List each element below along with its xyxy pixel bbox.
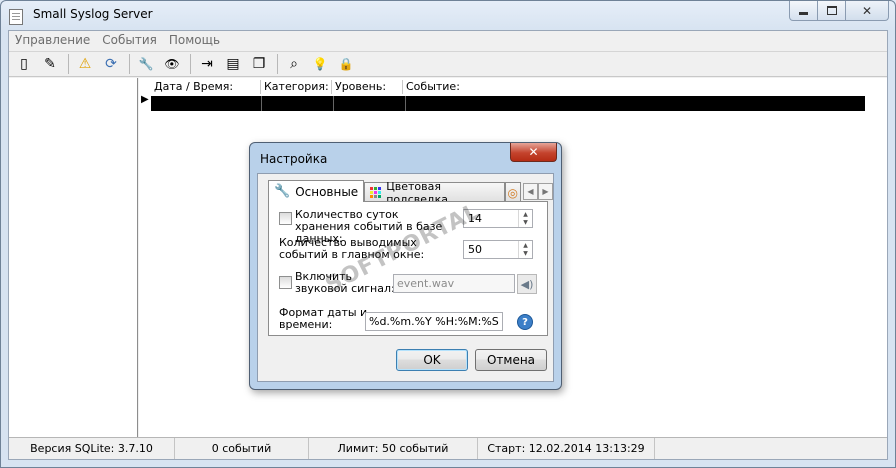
binoculars-icon: ⌕: [290, 56, 298, 72]
table-row[interactable]: [151, 96, 865, 111]
warning-icon: ⚠: [78, 56, 92, 72]
settings-tabs: 🔧 Основные Цветовая подсведка ◎ ◀ ▶: [268, 180, 553, 206]
tab-scroll-right-button[interactable]: ▶: [538, 183, 553, 200]
speaker-icon[interactable]: ◀): [517, 274, 537, 294]
wrench-icon: 🔧: [274, 184, 291, 199]
color-grid-icon: [370, 187, 382, 198]
tab-scroll-left-button[interactable]: ◀: [523, 183, 538, 200]
tab-main-label: Основные: [295, 184, 359, 199]
stepper-down-icon[interactable]: ▼: [519, 250, 532, 259]
dialog-body: 🔧 Основные Цветовая подсведка ◎ ◀ ▶ Коли…: [257, 173, 554, 382]
toolbar-separator: [68, 54, 69, 74]
column-category[interactable]: Категория:: [261, 80, 332, 94]
minimize-button[interactable]: [789, 1, 818, 21]
tab-sound[interactable]: ◎: [504, 182, 521, 202]
display-count-value: 50: [468, 243, 482, 256]
toolbar-button-search[interactable]: ⌕: [283, 53, 305, 75]
stepper-up-icon[interactable]: ▲: [519, 241, 532, 250]
status-limit: Лимит: 50 событий: [309, 438, 478, 459]
column-level[interactable]: Уровень:: [332, 80, 403, 94]
toolbar-button-settings[interactable]: 🔧: [135, 53, 157, 75]
date-format-label: Формат даты и времени:: [279, 306, 368, 331]
toolbar-separator: [277, 54, 278, 74]
title-bar: Small Syslog Server ✕: [1, 1, 895, 29]
minimize-icon: [799, 12, 808, 15]
retention-checkbox[interactable]: [279, 212, 292, 225]
maximize-button[interactable]: [818, 1, 846, 21]
status-start-time: Старт: 12.02.2014 13:13:29: [478, 438, 655, 459]
toolbar-separator: [129, 54, 130, 74]
cell-datetime: [151, 96, 262, 111]
wrench-icon: 🔧: [138, 57, 154, 71]
eye-icon: 👁: [164, 57, 180, 71]
tab-panel-main: Количество суток хранения событий в базе…: [268, 201, 548, 336]
toolbar-button-export[interactable]: ⇥: [196, 53, 218, 75]
dialog-close-button[interactable]: ✕: [510, 143, 557, 162]
display-count-stepper[interactable]: 50 ▲ ▼: [463, 240, 533, 259]
status-event-count: 0 событий: [175, 438, 309, 459]
column-datetime[interactable]: Дата / Время:: [151, 80, 261, 94]
cell-level: [334, 96, 406, 111]
toolbar-button-warning[interactable]: ⚠: [74, 53, 96, 75]
toolbar-button-document[interactable]: ▯: [13, 53, 35, 75]
sound-waves-icon: ◎: [507, 185, 518, 200]
toolbar-button-edit[interactable]: ✎: [39, 53, 61, 75]
tab-colors[interactable]: Цветовая подсведка: [364, 180, 505, 206]
status-sqlite-version: Версия SQLite: 3.7.10: [9, 438, 175, 459]
close-button[interactable]: ✕: [846, 1, 889, 21]
settings-dialog: Настройка ✕ 🔧 Основные Цветовая подсведк…: [249, 142, 562, 390]
dialog-title: Настройка: [260, 152, 328, 166]
tab-scroll-arrows: ◀ ▶: [523, 183, 553, 202]
close-icon: ✕: [528, 145, 539, 159]
stepper-up-icon[interactable]: ▲: [519, 210, 532, 219]
toolbar-button-lock[interactable]: 🔒: [335, 53, 357, 75]
toolbar-separator: [190, 54, 191, 74]
toolbar-button-tips[interactable]: 💡: [309, 53, 331, 75]
sound-checkbox[interactable]: [279, 276, 292, 289]
caption-buttons: ✕: [789, 1, 889, 21]
stepper-down-icon[interactable]: ▼: [519, 219, 532, 228]
cell-event: [406, 96, 865, 111]
copy-icon: ❐: [252, 56, 266, 72]
column-event[interactable]: Событие:: [403, 80, 523, 94]
lock-icon: 🔒: [338, 57, 354, 71]
app-icon: [9, 9, 23, 25]
close-icon: ✕: [861, 3, 873, 18]
maximize-icon: [826, 6, 837, 15]
toolbar-button-table[interactable]: ▤: [222, 53, 244, 75]
toolbar-button-refresh[interactable]: ⟳: [100, 53, 122, 75]
lightbulb-icon: 💡: [312, 57, 328, 71]
toolbar: ▯ ✎ ⚠ ⟳ 🔧 👁 ⇥ ▤ ❐ ⌕ 💡 🔒: [9, 51, 887, 77]
document-icon: ▯: [20, 56, 28, 72]
sound-file-input[interactable]: event.wav: [393, 274, 515, 293]
status-bar: Версия SQLite: 3.7.10 0 событий Лимит: 5…: [9, 437, 887, 459]
date-format-input[interactable]: %d.%m.%Y %H:%M:%S: [365, 312, 503, 331]
toolbar-button-copy[interactable]: ❐: [248, 53, 270, 75]
toolbar-button-view[interactable]: 👁: [161, 53, 183, 75]
table-settings-icon: ▤: [226, 56, 240, 72]
help-icon[interactable]: ?: [517, 314, 533, 330]
menu-help[interactable]: Помощь: [163, 31, 226, 50]
menu-bar: Управление События Помощь: [9, 31, 887, 50]
log-header: Дата / Время: Категория: Уровень: Событи…: [151, 80, 523, 94]
row-indicator-icon: ▶: [141, 94, 149, 105]
refresh-icon: ⟳: [105, 56, 117, 72]
menu-manage[interactable]: Управление: [9, 31, 96, 50]
cancel-button[interactable]: Отмена: [475, 349, 547, 371]
tab-main[interactable]: 🔧 Основные: [268, 180, 365, 202]
cell-category: [262, 96, 334, 111]
stepper-buttons: ▲ ▼: [518, 210, 532, 227]
stepper-buttons: ▲ ▼: [518, 241, 532, 258]
ok-button[interactable]: OK: [396, 349, 468, 371]
menu-events[interactable]: События: [96, 31, 163, 50]
window-title: Small Syslog Server: [33, 7, 153, 21]
category-tree-pane[interactable]: [9, 78, 138, 437]
export-icon: ⇥: [201, 56, 213, 72]
edit-document-icon: ✎: [44, 56, 56, 72]
